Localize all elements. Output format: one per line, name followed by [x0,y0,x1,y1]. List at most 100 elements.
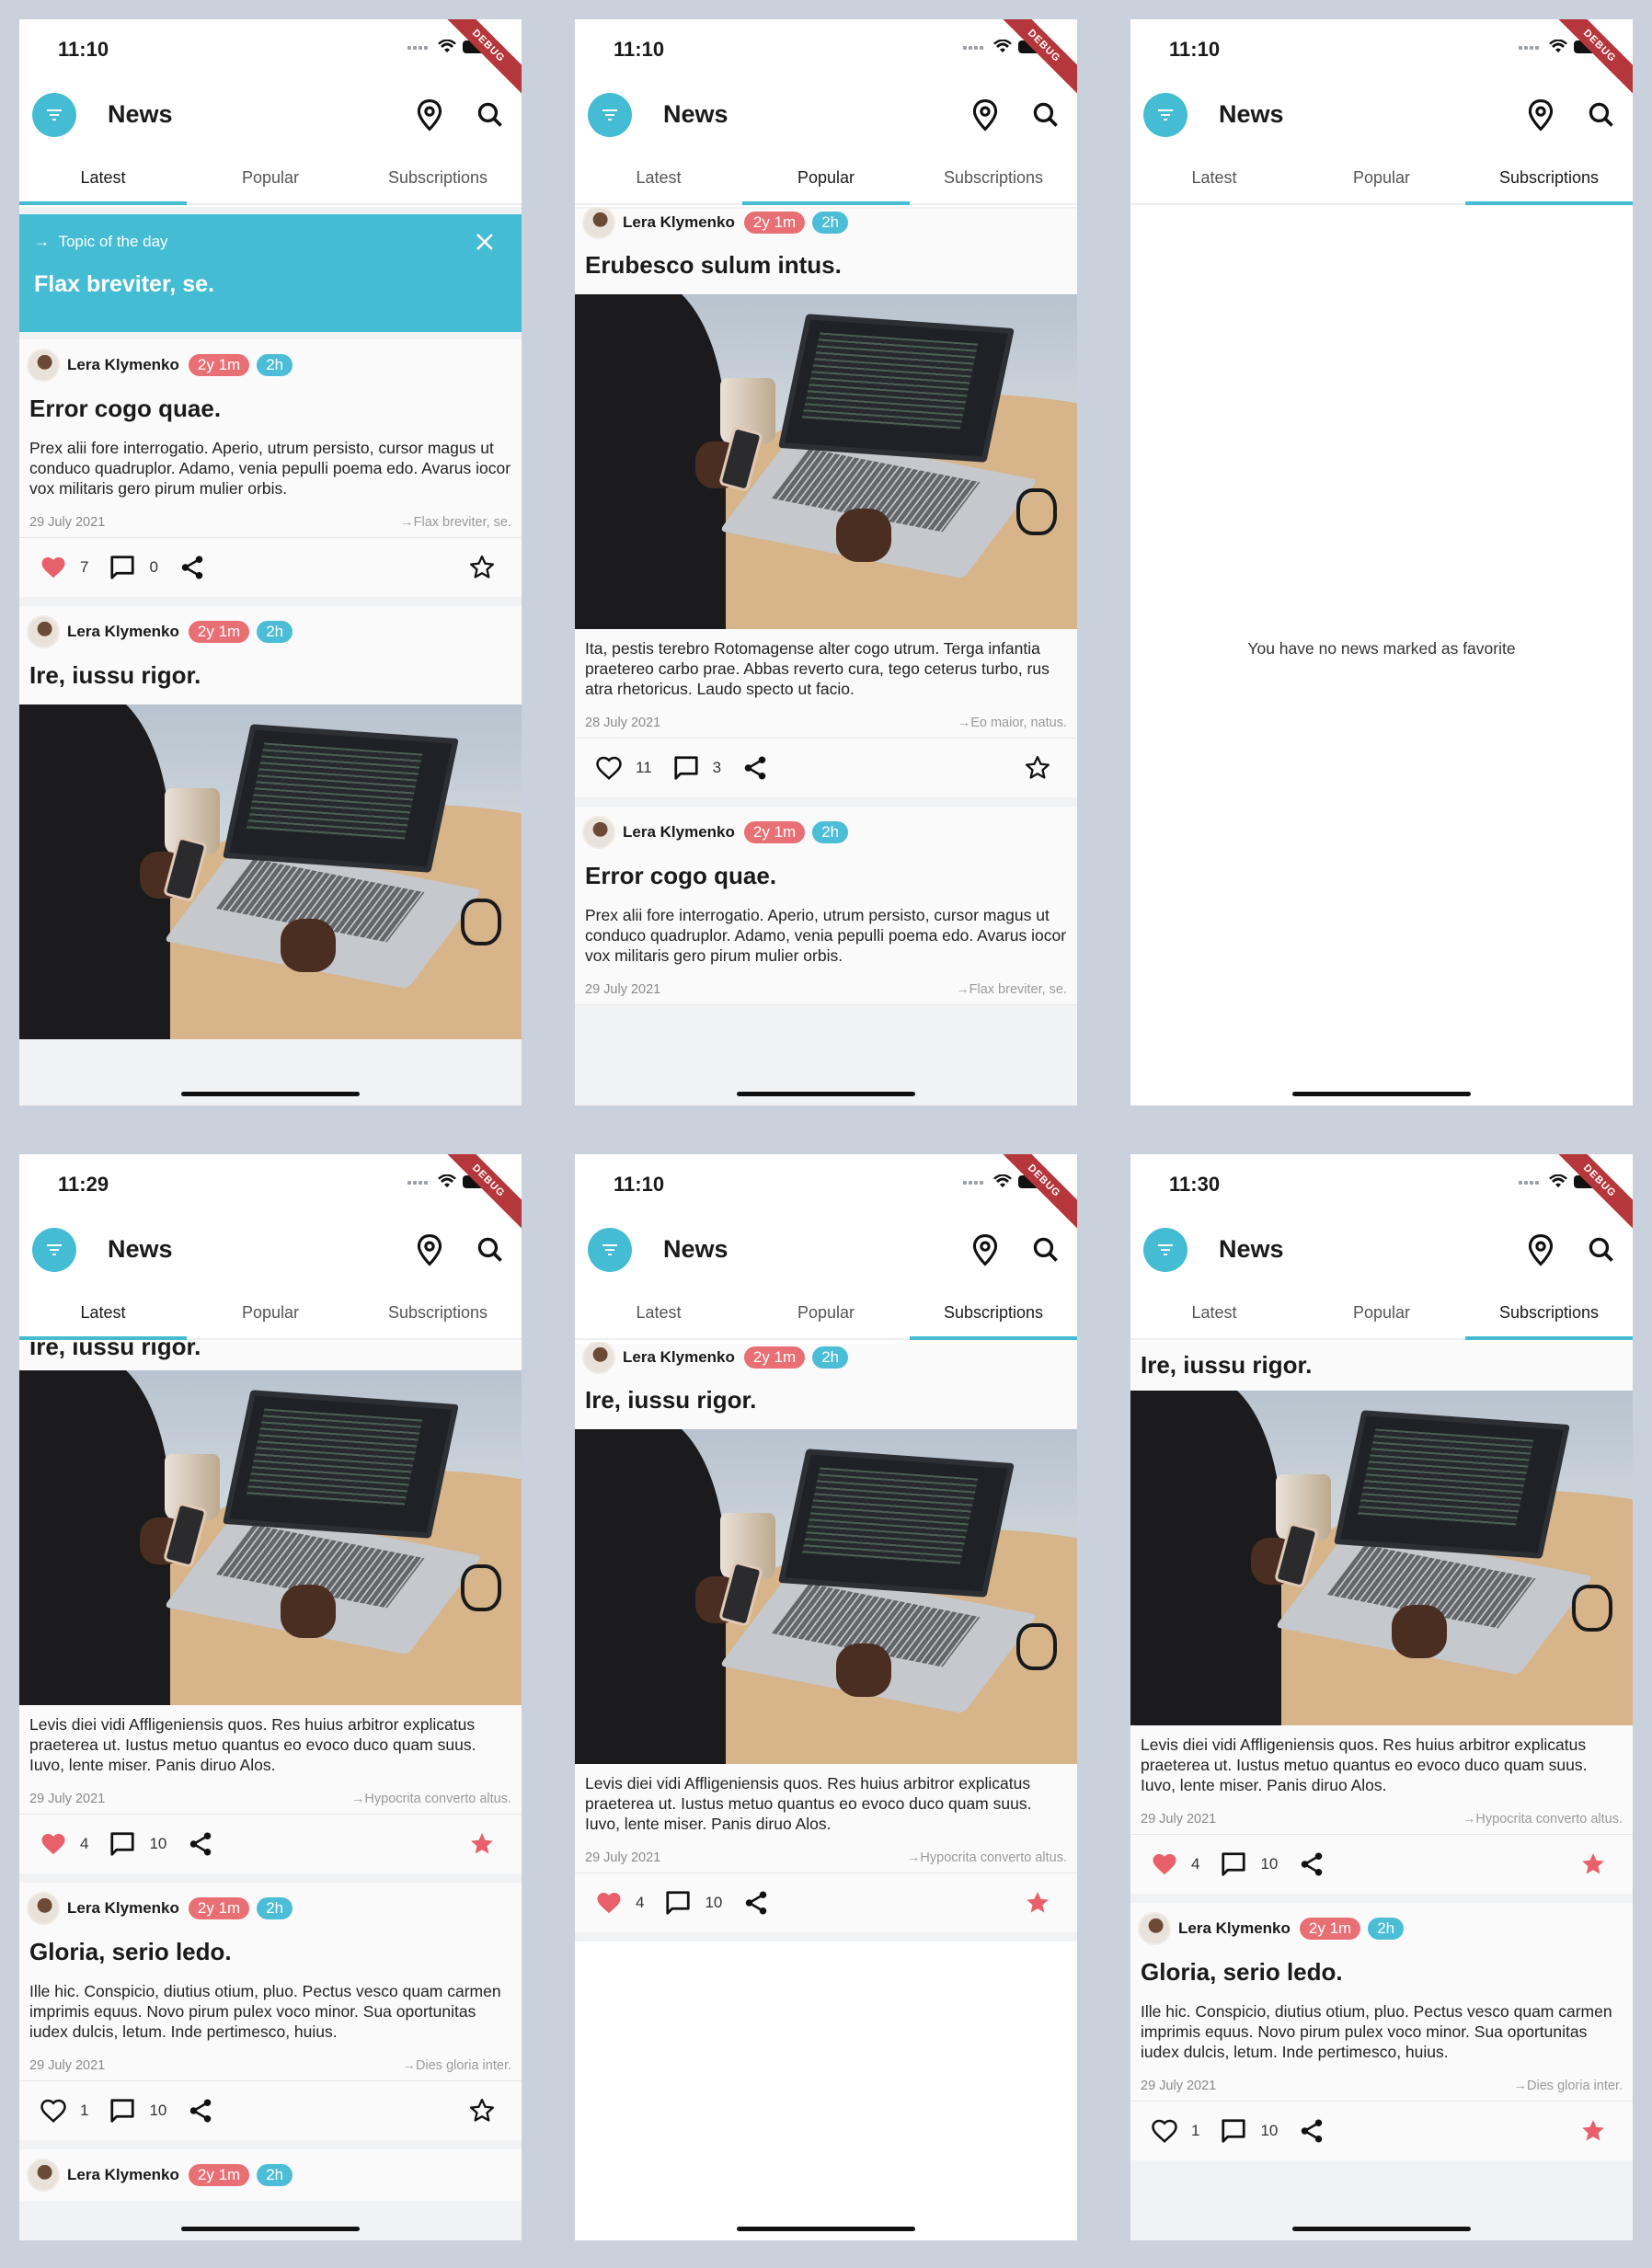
share-button[interactable] [1298,1850,1325,1878]
like-button[interactable]: 4 [595,1889,644,1917]
tab-popular[interactable]: Popular [187,154,354,203]
news-feed[interactable]: Lera Klymenko 2y 1m 2h Erubesco sulum in… [575,207,1077,1105]
news-feed[interactable]: Ire, iussu rigor. Levis diei vidi Afflig… [19,1342,522,2240]
avatar[interactable] [27,2159,60,2192]
location-pin-icon[interactable] [415,98,444,132]
article-photo[interactable] [575,294,1077,629]
share-button[interactable] [741,754,769,782]
card-topic-link[interactable]: →Dies gloria inter. [403,2058,511,2073]
avatar[interactable] [27,1892,60,1925]
news-card[interactable]: Lera Klymenko 2y 1m 2h [19,2149,522,2201]
star-filled-icon[interactable] [468,1830,496,1858]
card-topic-link[interactable]: →Eo maior, natus. [958,716,1067,730]
search-icon[interactable] [1031,1233,1061,1266]
news-feed[interactable]: Ire, iussu rigor. Levis diei vidi Afflig… [1130,1342,1633,2240]
star-filled-icon[interactable] [1579,1850,1607,1878]
tab-popular[interactable]: Popular [1298,154,1465,203]
like-button[interactable]: 11 [595,754,652,782]
home-indicator[interactable] [181,2227,360,2231]
news-card[interactable]: Ire, iussu rigor. Levis diei vidi Afflig… [19,1342,522,1873]
star-outline-icon[interactable] [1024,754,1051,782]
location-pin-icon[interactable] [1526,98,1555,132]
tab-popular[interactable]: Popular [742,1289,910,1338]
card-topic-link[interactable]: →Hypocrita converto altus. [351,1792,511,1806]
like-button[interactable]: 4 [1151,1850,1199,1878]
article-photo[interactable] [19,1370,522,1705]
tab-popular[interactable]: Popular [1298,1289,1465,1338]
like-button[interactable]: 1 [1151,2117,1199,2145]
share-button[interactable] [187,2097,214,2125]
avatar[interactable] [27,615,60,648]
home-indicator[interactable] [737,2227,915,2231]
star-outline-icon[interactable] [468,554,496,581]
comment-button[interactable]: 10 [1220,1850,1278,1878]
news-card[interactable]: Lera Klymenko 2y 1m 2h Gloria, serio led… [1130,1903,1633,2160]
tab-subscriptions[interactable]: Subscriptions [354,1289,522,1338]
news-card[interactable]: Lera Klymenko 2y 1m 2h Error cogo quae. … [19,339,522,597]
tab-subscriptions[interactable]: Subscriptions [1465,1289,1633,1340]
star-filled-icon[interactable] [1024,1889,1051,1917]
avatar[interactable] [582,207,615,239]
location-pin-icon[interactable] [415,1233,444,1266]
home-indicator[interactable] [1292,1092,1471,1096]
article-photo[interactable] [19,704,522,1039]
filter-button[interactable] [588,93,632,137]
location-pin-icon[interactable] [1526,1233,1555,1266]
filter-button[interactable] [1143,1228,1187,1272]
tab-latest[interactable]: Latest [575,154,742,203]
filter-button[interactable] [32,1228,76,1272]
avatar[interactable] [27,349,60,382]
tab-subscriptions[interactable]: Subscriptions [910,1289,1077,1340]
close-icon[interactable] [474,231,496,253]
search-icon[interactable] [1587,98,1616,132]
news-feed[interactable]: Lera Klymenko 2y 1m 2h Ire, iussu rigor.… [575,1342,1077,2240]
card-topic-link[interactable]: →Hypocrita converto altus. [1463,1812,1623,1827]
card-topic-link[interactable]: →Flax breviter, se. [956,982,1067,997]
tab-subscriptions[interactable]: Subscriptions [910,154,1077,203]
comment-button[interactable]: 10 [109,1830,166,1858]
tab-popular[interactable]: Popular [742,154,910,205]
star-filled-icon[interactable] [1579,2117,1607,2145]
card-topic-link[interactable]: →Dies gloria inter. [1514,2079,1623,2093]
share-button[interactable] [742,1889,770,1917]
avatar[interactable] [582,1342,615,1374]
news-card[interactable]: Lera Klymenko 2y 1m 2h Erubesco sulum in… [575,207,1077,797]
news-card[interactable]: Lera Klymenko 2y 1m 2h Ire, iussu rigor. [19,606,522,1039]
news-card[interactable]: Lera Klymenko 2y 1m 2h Gloria, serio led… [19,1883,522,2140]
news-card[interactable]: Lera Klymenko 2y 1m 2h Error cogo quae. … [575,807,1077,1005]
filter-button[interactable] [1143,93,1187,137]
tab-latest[interactable]: Latest [1130,1289,1298,1338]
tab-subscriptions[interactable]: Subscriptions [354,154,522,203]
search-icon[interactable] [1587,1233,1616,1266]
filter-button[interactable] [588,1228,632,1272]
share-button[interactable] [178,554,206,581]
share-button[interactable] [1298,2117,1325,2145]
tab-latest[interactable]: Latest [575,1289,742,1338]
share-button[interactable] [187,1830,214,1858]
comment-button[interactable]: 10 [109,2097,166,2125]
tab-popular[interactable]: Popular [187,1289,354,1338]
location-pin-icon[interactable] [970,1233,1000,1266]
home-indicator[interactable] [181,1092,360,1096]
like-button[interactable]: 4 [40,1830,88,1858]
star-outline-icon[interactable] [468,2097,496,2125]
comment-button[interactable]: 3 [672,754,721,782]
search-icon[interactable] [476,1233,505,1266]
search-icon[interactable] [476,98,505,132]
card-topic-link[interactable]: →Hypocrita converto altus. [907,1850,1067,1865]
tab-latest[interactable]: Latest [19,154,187,205]
topic-of-the-day-banner[interactable]: → Topic of the day Flax breviter, se. [19,214,522,332]
avatar[interactable] [582,816,615,849]
home-indicator[interactable] [1292,2227,1471,2231]
tab-subscriptions[interactable]: Subscriptions [1465,154,1633,205]
filter-button[interactable] [32,93,76,137]
comment-button[interactable]: 10 [1220,2117,1278,2145]
news-card[interactable]: Ire, iussu rigor. Levis diei vidi Afflig… [1130,1342,1633,1894]
avatar[interactable] [1138,1912,1171,1945]
home-indicator[interactable] [737,1092,915,1096]
article-photo[interactable] [1130,1391,1633,1725]
comment-button[interactable]: 10 [664,1889,722,1917]
tab-latest[interactable]: Latest [19,1289,187,1340]
like-button[interactable]: 7 [40,554,88,581]
comment-button[interactable]: 0 [109,554,158,581]
